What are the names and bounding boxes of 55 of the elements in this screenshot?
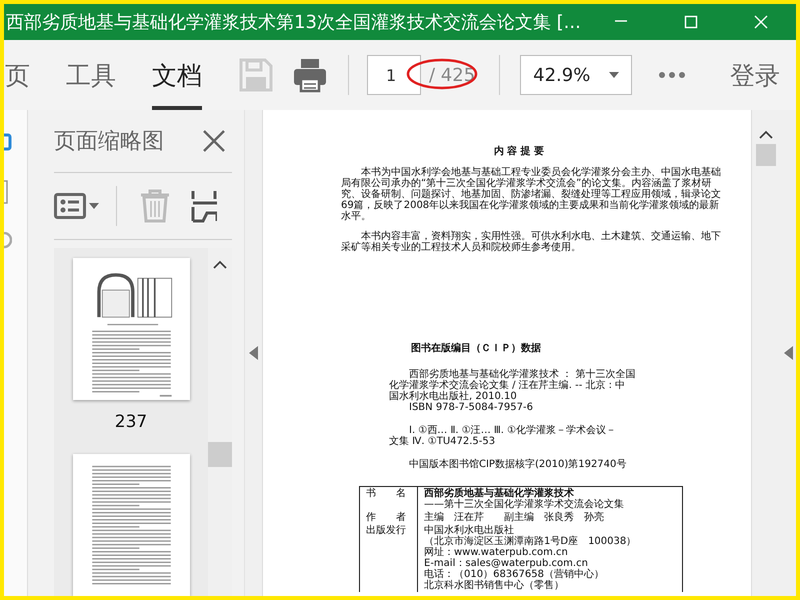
page-total: / 425 <box>429 64 476 86</box>
text-line: 西部劣质地基与基础化学灌浆技术 ： 第十三次全国 <box>409 369 636 380</box>
text-line: 局有限公司承办的“第十三次全国化学灌浆学术交流会”的论文集。内容涵盖了浆材研 <box>341 178 712 189</box>
page-thumbnail[interactable] <box>72 454 190 596</box>
table-cell: 主编 汪在芹 副主编 张良秀 孙亮 <box>424 512 604 523</box>
section-heading: 图书在版编目（ＣＩＰ）数据 <box>411 342 541 355</box>
more-icon[interactable] <box>658 71 686 79</box>
toolbar-tab[interactable]: 页 <box>5 40 30 110</box>
text-line: 本书内容丰富，资料翔实，实用性强。可供水利水电、土木建筑、交通运输、地下 <box>361 231 721 242</box>
expand-right-icon[interactable] <box>784 346 792 360</box>
scrollbar-thumb[interactable] <box>756 144 776 166</box>
page-extract-icon[interactable] <box>191 189 217 223</box>
text-line: 究、设备研制、问题探讨、地基加固、防渗堵漏、裂缝处理等工程应用领域，辑录论文 <box>341 189 721 200</box>
table-cell: （北京市海淀区玉渊潭南路1号D座 100038） <box>424 536 636 547</box>
zoom-dropdown[interactable]: 42.9% <box>520 55 632 95</box>
text-line: 69篇，反映了2008年以来我国在化学灌浆领域的主要成果和当前化学灌浆领域的最新 <box>341 200 720 211</box>
table-label: 作 者 <box>366 512 406 523</box>
text-line: 中国版本图书馆CIP数据核字(2010)第192740号 <box>409 459 626 470</box>
window-title: 西部劣质地基与基础化学灌浆技术第13次全国灌浆技术交流会论文集 [... <box>5 11 582 34</box>
highlight-ellipse <box>406 58 478 90</box>
table-cell: E-mail：sales@waterpub.com.cn <box>424 558 588 569</box>
maximize-button[interactable] <box>684 15 698 29</box>
panel-title: 页面缩略图 <box>54 128 164 156</box>
text-line: 国水利水电出版社, 2010.10 <box>389 391 517 402</box>
table-cell: 北京科水图书销售中心（零售） <box>424 580 564 591</box>
bookmark-icon[interactable] <box>4 132 12 152</box>
text-line: 采矿等相关专业的工程技术人员和院校师生参考使用。 <box>341 242 581 253</box>
page-number: 237 <box>114 412 148 432</box>
text-line: 水平。 <box>341 211 371 222</box>
section-heading: 内 容 提 要 <box>492 144 546 158</box>
table-label: 出版发行 <box>366 525 406 536</box>
scroll-up-icon[interactable] <box>212 260 228 270</box>
text-line: Ⅰ. ①西… Ⅱ. ①汪… Ⅲ. ①化学灌浆－学术会议－ <box>409 425 616 436</box>
text-line: ISBN 978-7-5084-7957-6 <box>409 402 533 413</box>
view-options-icon[interactable] <box>54 193 100 219</box>
table-cell: 网址：www.waterpub.com.cn <box>424 547 568 558</box>
close-button[interactable] <box>754 15 768 29</box>
page-thumbnail[interactable] <box>72 258 190 400</box>
text-line: 本书为中国水利学会地基与基础工程专业委员会化学灌浆分会主办、中国水电基础 <box>361 167 721 178</box>
print-icon[interactable] <box>292 57 328 93</box>
text-line: 化学灌浆学术交流会论文集 / 汪在芹主编. -- 北京 : 中 <box>389 380 626 391</box>
table-cell: 中国水利水电出版社 <box>424 525 514 536</box>
table-cell: 西部劣质地基与基础化学灌浆技术 <box>424 488 574 499</box>
scrollbar-thumb[interactable] <box>208 442 232 467</box>
toolbar-tab[interactable]: 工具 <box>66 40 116 110</box>
table-cell: 电话：（010）68367658（营销中心） <box>424 569 604 580</box>
login-button[interactable]: 登录 <box>730 58 780 92</box>
table-cell: ——第十三次全国化学灌浆学术交流会论文集 <box>424 499 624 510</box>
caret-icon <box>609 72 620 78</box>
text-line: 文集 Ⅳ. ①TU472.5-53 <box>389 436 496 447</box>
table-label: 书 名 <box>366 488 406 499</box>
collapse-left-icon[interactable] <box>249 346 258 360</box>
scroll-up-icon[interactable] <box>758 130 774 140</box>
page-number-field[interactable]: 1 <box>367 55 421 95</box>
close-icon[interactable] <box>202 129 226 153</box>
